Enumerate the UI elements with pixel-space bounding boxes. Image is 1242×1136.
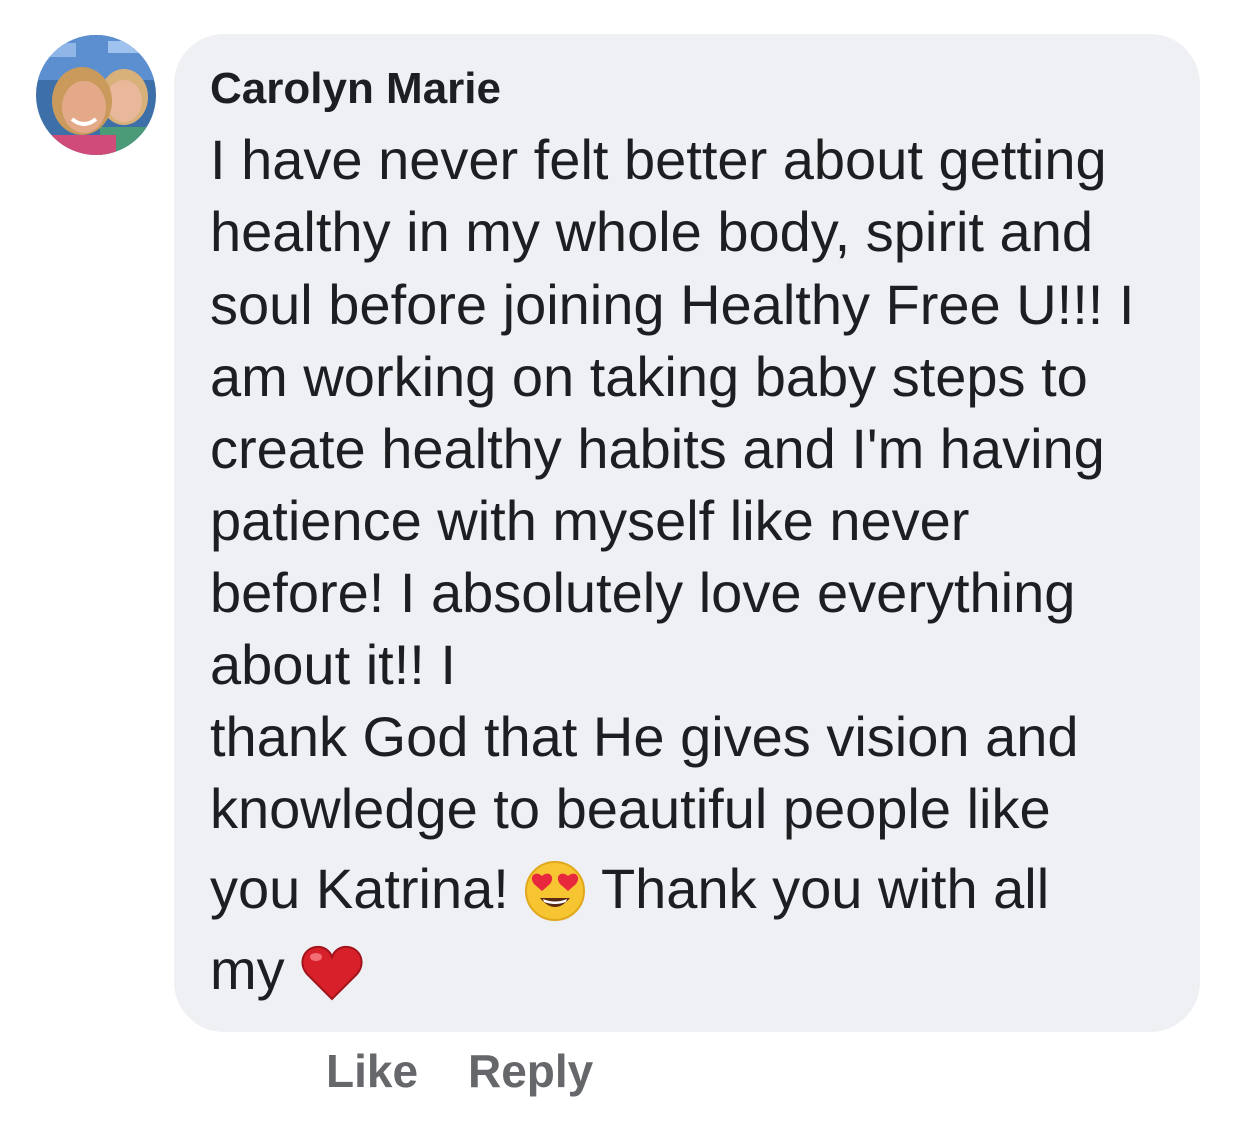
comment-text-line: am working on taking baby steps to xyxy=(210,345,1088,408)
avatar-photo-icon xyxy=(36,35,156,155)
comment-text-line: you Katrina! Thank you with all xyxy=(210,860,1049,922)
comment-text-segment: my xyxy=(210,938,285,1001)
comment-bubble: Carolyn Marie I have never felt better a… xyxy=(174,34,1200,1032)
comment-text-line: I have never felt better about getting xyxy=(210,128,1107,191)
comment-timestamp[interactable] xyxy=(214,1060,276,1074)
like-button[interactable]: Like xyxy=(326,1044,418,1098)
comment-text-line: about it!! I xyxy=(210,633,456,696)
author-avatar[interactable] xyxy=(36,35,156,155)
red-heart-emoji-icon xyxy=(300,943,364,1003)
comment-author-name[interactable]: Carolyn Marie xyxy=(210,64,501,114)
comment-text-segment: Thank you with all xyxy=(600,857,1050,920)
comment-text-line: patience with myself like never xyxy=(210,489,970,552)
reply-button[interactable]: Reply xyxy=(468,1044,593,1098)
comment-text-line: soul before joining Healthy Free U!!! I xyxy=(210,273,1135,336)
comment-text-line: before! I absolutely love everything xyxy=(210,561,1076,624)
comment-text-line: knowledge to beautiful people like xyxy=(210,777,1051,840)
comment-text-line: create healthy habits and I'm having xyxy=(210,417,1105,480)
comment-text-line: healthy in my whole body, spirit and xyxy=(210,200,1093,263)
comment-text-line: my xyxy=(210,942,364,1003)
heart-eyes-emoji-icon xyxy=(524,860,586,922)
comment-text-segment: you Katrina! xyxy=(210,857,509,920)
comment-text-line: thank God that He gives vision and xyxy=(210,705,1079,768)
